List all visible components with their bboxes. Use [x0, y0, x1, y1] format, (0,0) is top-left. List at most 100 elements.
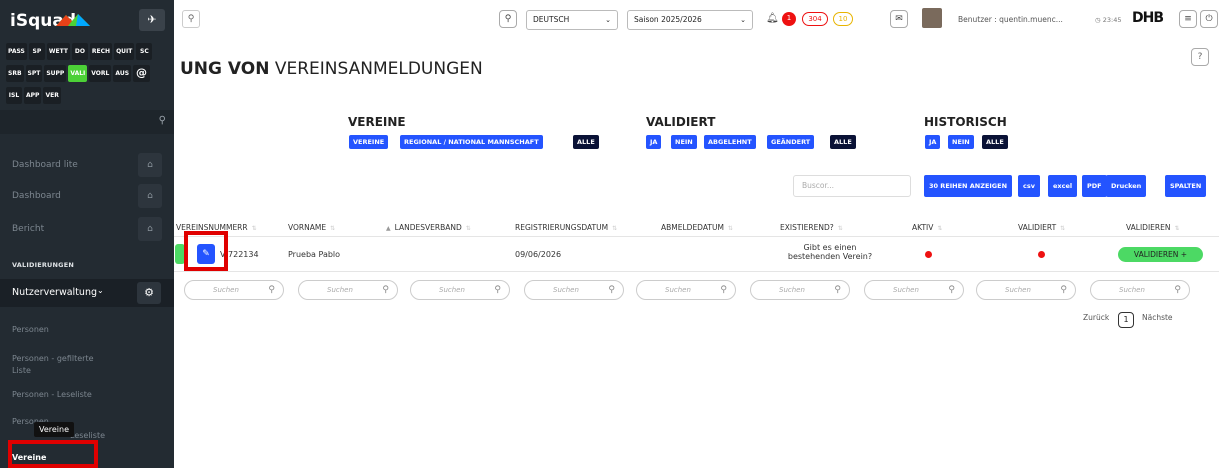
search-placeholder: Suchen: [665, 286, 691, 294]
filter-validiert-alle[interactable]: ALLE: [830, 135, 856, 149]
count-badge[interactable]: 10: [833, 12, 853, 26]
column-header[interactable]: REGISTRIERUNGSDATUM ⇅: [515, 223, 617, 232]
search-placeholder: Suchen: [779, 286, 805, 294]
sidebar-subitem-personen-gefiltert[interactable]: Personen - gefilterte Liste: [12, 353, 112, 377]
language-select[interactable]: DEUTSCH ⌄: [526, 10, 618, 30]
module-aus[interactable]: AUS: [113, 65, 132, 82]
pagination-next[interactable]: Nächste: [1142, 313, 1173, 322]
pagination-prev[interactable]: Zurück: [1083, 313, 1109, 322]
chevron-down-icon: ⌄: [97, 286, 104, 295]
sidebar-item-label: Dashboard: [12, 191, 61, 201]
module-app[interactable]: APP: [24, 87, 42, 104]
column-label: VALIDIERT: [1018, 223, 1057, 232]
column-search-input[interactable]: Suchen ⚲: [524, 280, 624, 300]
module-quit[interactable]: QUIT: [114, 43, 135, 60]
show-rows-button[interactable]: 30 REIHEN ANZEIGEN: [924, 175, 1013, 197]
column-search-input[interactable]: Suchen ⚲: [1090, 280, 1190, 300]
module-at[interactable]: @: [133, 65, 151, 82]
sidebar-search[interactable]: ⚲: [0, 110, 174, 134]
csv-button[interactable]: csv: [1018, 175, 1040, 197]
sort-icon: ⇅: [837, 225, 843, 232]
sidebar-item-dashboard-lite[interactable]: Dashboard lite ⌂: [12, 153, 162, 177]
module-sc[interactable]: SC: [136, 43, 153, 60]
module-row: SRB SPT SUPP VALI VORL AUS @: [6, 65, 172, 82]
filter-validiert-abgelehnt[interactable]: ABGELEHNT: [704, 135, 756, 149]
column-search-input[interactable]: Suchen ⚲: [410, 280, 510, 300]
column-search-input[interactable]: Suchen ⚲: [864, 280, 964, 300]
column-search-input[interactable]: Suchen ⚲: [636, 280, 736, 300]
column-header[interactable]: ABMELDEDATUM ⇅: [661, 223, 733, 232]
filter-vereine-alle[interactable]: ALLE: [573, 135, 599, 149]
column-header[interactable]: VORNAME ⇅: [288, 223, 335, 232]
module-srb[interactable]: SRB: [6, 65, 24, 82]
page: iSquad ✈ PASS SP WETT DO RECH QUIT SC SRB SPT SU…: [0, 0, 1219, 468]
pin-icon[interactable]: ✈: [139, 9, 165, 31]
avatar[interactable]: [922, 8, 942, 28]
filter-validiert-nein[interactable]: NEIN: [671, 135, 697, 149]
column-header[interactable]: ▲ LANDESVERBAND ⇅: [386, 223, 471, 232]
column-search-input[interactable]: Suchen ⚲: [184, 280, 284, 300]
module-spt[interactable]: SPT: [25, 65, 43, 82]
module-ver[interactable]: VER: [43, 87, 61, 104]
module-wett[interactable]: WETT: [46, 43, 70, 60]
module-vali[interactable]: VALI: [68, 65, 88, 82]
validate-button[interactable]: VALIDIEREN +: [1118, 247, 1203, 262]
column-search-input[interactable]: Suchen ⚲: [750, 280, 850, 300]
module-pass[interactable]: PASS: [6, 43, 27, 60]
search-icon[interactable]: ⚲: [182, 10, 200, 28]
column-search-input[interactable]: Suchen ⚲: [298, 280, 398, 300]
home-icon: ⌂: [138, 217, 162, 241]
pdf-button[interactable]: PDF: [1082, 175, 1107, 197]
module-grid: PASS SP WETT DO RECH QUIT SC SRB SPT SUPP VALI VOR…: [6, 43, 172, 109]
season-select[interactable]: Saison 2025/2026 ⌄: [627, 10, 753, 30]
table-search-input[interactable]: Buscor...: [793, 175, 911, 197]
excel-button[interactable]: excel: [1048, 175, 1078, 197]
column-label: ABMELDEDATUM: [661, 223, 724, 232]
filter-historisch-nein[interactable]: NEIN: [948, 135, 974, 149]
sidebar-item-nutzerverwaltung[interactable]: Nutzerverwaltung ⌄ ⚙: [0, 279, 174, 307]
search-icon: ⚲: [158, 115, 166, 126]
menu-icon[interactable]: ≡: [1179, 10, 1197, 28]
user-name[interactable]: Benutzer : quentin.muenc...: [958, 15, 1063, 24]
notification-badge[interactable]: 1: [782, 12, 796, 26]
column-header[interactable]: VALIDIEREN ⇅: [1126, 223, 1180, 232]
column-header[interactable]: VALIDIERT ⇅: [1018, 223, 1065, 232]
module-rech[interactable]: RECH: [89, 43, 113, 60]
columns-button[interactable]: SPALTEN: [1165, 175, 1207, 197]
print-button[interactable]: Drucken: [1106, 175, 1147, 197]
column-header[interactable]: AKTIV ⇅: [912, 223, 942, 232]
sort-icon: ⇅: [1174, 225, 1180, 232]
pagination-page[interactable]: 1: [1118, 312, 1134, 328]
sidebar-item-dashboard[interactable]: Dashboard ⌂: [12, 184, 162, 208]
help-icon[interactable]: ?: [1191, 48, 1209, 66]
filter-vereine-regional[interactable]: REGIONAL / NATIONAL MANNSCHAFT: [400, 135, 543, 149]
column-label: VALIDIEREN: [1126, 223, 1171, 232]
count-badge[interactable]: 304: [802, 12, 828, 26]
sidebar-subitem-personen[interactable]: Personen: [12, 324, 122, 336]
sidebar-subitem-personen-leseliste[interactable]: Personen - Leseliste: [12, 389, 122, 401]
search-icon: ⚲: [948, 285, 955, 295]
sort-icon: ⇅: [937, 225, 943, 232]
column-header[interactable]: EXISTIEREND? ⇅: [780, 223, 843, 232]
search-icon: ⚲: [608, 285, 615, 295]
gear-icon: ⚙: [137, 282, 161, 304]
filter-vereine-vereine[interactable]: VEREINE: [349, 135, 389, 149]
module-do[interactable]: DO: [71, 43, 88, 60]
power-icon[interactable]: ⏻: [1200, 10, 1218, 28]
filter-validiert-geaendert[interactable]: GEÄNDERT: [767, 135, 815, 149]
bell-icon[interactable]: 🔔︎: [766, 13, 779, 24]
module-vorl[interactable]: VORL: [89, 65, 112, 82]
column-search-input[interactable]: Suchen ⚲: [976, 280, 1076, 300]
module-sp[interactable]: SP: [28, 43, 45, 60]
sidebar-item-bericht[interactable]: Bericht ⌂: [12, 217, 162, 241]
filter-historisch-ja[interactable]: JA: [925, 135, 941, 149]
module-supp[interactable]: SUPP: [44, 65, 67, 82]
filter-historisch-alle[interactable]: ALLE: [982, 135, 1008, 149]
search-icon[interactable]: ⚲: [499, 10, 517, 28]
module-isl[interactable]: ISL: [6, 87, 22, 104]
filter-validiert-ja[interactable]: JA: [646, 135, 662, 149]
topbar: ⚲ ⚲ DEUTSCH ⌄ Saison 2025/2026 ⌄ 🔔︎ 1 30…: [174, 0, 1219, 40]
mail-icon[interactable]: ✉: [890, 10, 908, 28]
highlight-box: [8, 440, 98, 468]
filter-title-validiert: VALIDIERT: [646, 115, 716, 129]
